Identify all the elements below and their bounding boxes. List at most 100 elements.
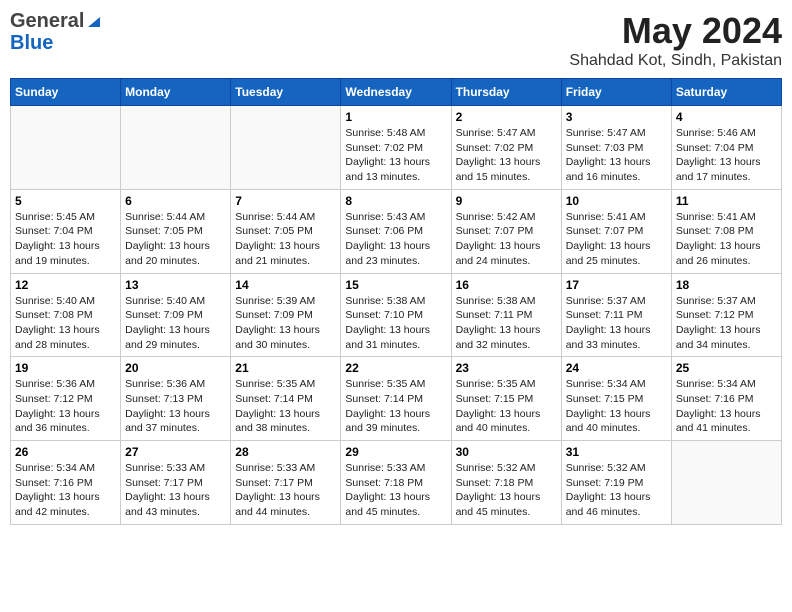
calendar-cell: 5Sunrise: 5:45 AMSunset: 7:04 PMDaylight… — [11, 189, 121, 273]
day-info: Sunrise: 5:38 AMSunset: 7:11 PMDaylight:… — [456, 294, 557, 353]
month-title: May 2024 — [569, 10, 782, 52]
day-info: Sunrise: 5:47 AMSunset: 7:03 PMDaylight:… — [566, 126, 667, 185]
day-number: 25 — [676, 361, 777, 375]
day-number: 10 — [566, 194, 667, 208]
calendar-cell — [121, 106, 231, 190]
day-number: 21 — [235, 361, 336, 375]
calendar-week-row: 19 Sunrise: 5:36 AMSunset: 7:12 PMDayligh… — [11, 357, 782, 441]
day-info: Sunrise: 5:32 AMSunset: 7:18 PMDaylight:… — [456, 461, 557, 520]
calendar-cell: 15Sunrise: 5:38 AMSunset: 7:10 PMDayligh… — [341, 273, 451, 357]
calendar-cell: 6 Sunrise: 5:44 AMSunset: 7:05 PMDaylight… — [121, 189, 231, 273]
day-number: 7 — [235, 194, 336, 208]
day-number: 13 — [125, 278, 226, 292]
calendar-week-row: 1 Sunrise: 5:48 AMSunset: 7:02 PMDaylight… — [11, 106, 782, 190]
day-info: Sunrise: 5:48 AMSunset: 7:02 PMDaylight:… — [345, 126, 446, 185]
calendar-header-saturday: Saturday — [671, 79, 781, 106]
calendar-header-wednesday: Wednesday — [341, 79, 451, 106]
title-block: May 2024 Shahdad Kot, Sindh, Pakistan — [569, 10, 782, 70]
calendar-header-monday: Monday — [121, 79, 231, 106]
calendar-cell: 2Sunrise: 5:47 AMSunset: 7:02 PMDaylight… — [451, 106, 561, 190]
logo-general: General — [10, 10, 84, 32]
day-info: Sunrise: 5:34 AMSunset: 7:15 PMDaylight:… — [566, 377, 667, 436]
day-info: Sunrise: 5:35 AMSunset: 7:14 PMDaylight:… — [345, 377, 446, 436]
day-info: Sunrise: 5:39 AMSunset: 7:09 PMDaylight:… — [235, 294, 336, 353]
calendar-week-row: 26Sunrise: 5:34 AMSunset: 7:16 PMDayligh… — [11, 441, 782, 525]
day-info: Sunrise: 5:36 AMSunset: 7:13 PMDaylight:… — [125, 377, 226, 436]
day-number: 31 — [566, 445, 667, 459]
calendar-cell: 10 Sunrise: 5:41 AMSunset: 7:07 PMDayligh… — [561, 189, 671, 273]
calendar-cell: 12 Sunrise: 5:40 AMSunset: 7:08 PMDayligh… — [11, 273, 121, 357]
calendar-cell: 30 Sunrise: 5:32 AMSunset: 7:18 PMDayligh… — [451, 441, 561, 525]
calendar-cell: 16 Sunrise: 5:38 AMSunset: 7:11 PMDayligh… — [451, 273, 561, 357]
day-number: 14 — [235, 278, 336, 292]
location-subtitle: Shahdad Kot, Sindh, Pakistan — [569, 52, 782, 70]
logo: General Blue — [10, 10, 102, 54]
day-number: 18 — [676, 278, 777, 292]
calendar-cell — [671, 441, 781, 525]
calendar-week-row: 12 Sunrise: 5:40 AMSunset: 7:08 PMDayligh… — [11, 273, 782, 357]
day-info: Sunrise: 5:34 AMSunset: 7:16 PMDaylight:… — [676, 377, 777, 436]
day-number: 3 — [566, 110, 667, 124]
day-info: Sunrise: 5:47 AMSunset: 7:02 PMDaylight:… — [456, 126, 557, 185]
day-number: 20 — [125, 361, 226, 375]
day-number: 9 — [456, 194, 557, 208]
day-number: 11 — [676, 194, 777, 208]
calendar-cell: 21 Sunrise: 5:35 AMSunset: 7:14 PMDayligh… — [231, 357, 341, 441]
day-number: 4 — [676, 110, 777, 124]
day-number: 30 — [456, 445, 557, 459]
day-number: 17 — [566, 278, 667, 292]
calendar-cell: 26Sunrise: 5:34 AMSunset: 7:16 PMDayligh… — [11, 441, 121, 525]
day-number: 19 — [15, 361, 116, 375]
day-info: Sunrise: 5:42 AMSunset: 7:07 PMDaylight:… — [456, 210, 557, 269]
day-number: 15 — [345, 278, 446, 292]
day-number: 12 — [15, 278, 116, 292]
day-info: Sunrise: 5:32 AMSunset: 7:19 PMDaylight:… — [566, 461, 667, 520]
page-header: General Blue May 2024 Shahdad Kot, Sindh… — [10, 10, 782, 70]
day-number: 1 — [345, 110, 446, 124]
calendar-cell: 4Sunrise: 5:46 AMSunset: 7:04 PMDaylight… — [671, 106, 781, 190]
calendar-cell: 1 Sunrise: 5:48 AMSunset: 7:02 PMDaylight… — [341, 106, 451, 190]
day-info: Sunrise: 5:40 AMSunset: 7:08 PMDaylight:… — [15, 294, 116, 353]
day-number: 27 — [125, 445, 226, 459]
day-number: 28 — [235, 445, 336, 459]
calendar-cell: 24Sunrise: 5:34 AMSunset: 7:15 PMDayligh… — [561, 357, 671, 441]
day-number: 26 — [15, 445, 116, 459]
calendar-cell: 17 Sunrise: 5:37 AMSunset: 7:11 PMDayligh… — [561, 273, 671, 357]
day-info: Sunrise: 5:37 AMSunset: 7:11 PMDaylight:… — [566, 294, 667, 353]
day-number: 29 — [345, 445, 446, 459]
day-number: 5 — [15, 194, 116, 208]
day-info: Sunrise: 5:37 AMSunset: 7:12 PMDaylight:… — [676, 294, 777, 353]
day-info: Sunrise: 5:35 AMSunset: 7:14 PMDaylight:… — [235, 377, 336, 436]
day-info: Sunrise: 5:36 AMSunset: 7:12 PMDaylight:… — [15, 377, 116, 436]
calendar-cell: 13 Sunrise: 5:40 AMSunset: 7:09 PMDayligh… — [121, 273, 231, 357]
calendar-cell: 20 Sunrise: 5:36 AMSunset: 7:13 PMDayligh… — [121, 357, 231, 441]
calendar-header-sunday: Sunday — [11, 79, 121, 106]
logo-blue: Blue — [10, 32, 53, 54]
logo-triangle-icon — [86, 13, 102, 29]
calendar-cell — [231, 106, 341, 190]
day-info: Sunrise: 5:41 AMSunset: 7:07 PMDaylight:… — [566, 210, 667, 269]
calendar-cell: 9 Sunrise: 5:42 AMSunset: 7:07 PMDaylight… — [451, 189, 561, 273]
calendar-cell: 25 Sunrise: 5:34 AMSunset: 7:16 PMDayligh… — [671, 357, 781, 441]
day-info: Sunrise: 5:40 AMSunset: 7:09 PMDaylight:… — [125, 294, 226, 353]
calendar-cell: 11 Sunrise: 5:41 AMSunset: 7:08 PMDayligh… — [671, 189, 781, 273]
day-info: Sunrise: 5:35 AMSunset: 7:15 PMDaylight:… — [456, 377, 557, 436]
day-number: 22 — [345, 361, 446, 375]
calendar-cell: 28Sunrise: 5:33 AMSunset: 7:17 PMDayligh… — [231, 441, 341, 525]
calendar-cell: 7Sunrise: 5:44 AMSunset: 7:05 PMDaylight… — [231, 189, 341, 273]
calendar-cell: 18 Sunrise: 5:37 AMSunset: 7:12 PMDayligh… — [671, 273, 781, 357]
calendar-header-tuesday: Tuesday — [231, 79, 341, 106]
calendar-cell: 3 Sunrise: 5:47 AMSunset: 7:03 PMDaylight… — [561, 106, 671, 190]
calendar-cell: 14 Sunrise: 5:39 AMSunset: 7:09 PMDayligh… — [231, 273, 341, 357]
day-number: 23 — [456, 361, 557, 375]
calendar-header-thursday: Thursday — [451, 79, 561, 106]
calendar-cell: 22 Sunrise: 5:35 AMSunset: 7:14 PMDayligh… — [341, 357, 451, 441]
day-number: 16 — [456, 278, 557, 292]
day-info: Sunrise: 5:33 AMSunset: 7:18 PMDaylight:… — [345, 461, 446, 520]
day-info: Sunrise: 5:44 AMSunset: 7:05 PMDaylight:… — [125, 210, 226, 269]
day-number: 6 — [125, 194, 226, 208]
day-info: Sunrise: 5:41 AMSunset: 7:08 PMDaylight:… — [676, 210, 777, 269]
calendar-cell: 31 Sunrise: 5:32 AMSunset: 7:19 PMDayligh… — [561, 441, 671, 525]
calendar-cell: 29 Sunrise: 5:33 AMSunset: 7:18 PMDayligh… — [341, 441, 451, 525]
calendar-table: SundayMondayTuesdayWednesdayThursdayFrid… — [10, 78, 782, 525]
